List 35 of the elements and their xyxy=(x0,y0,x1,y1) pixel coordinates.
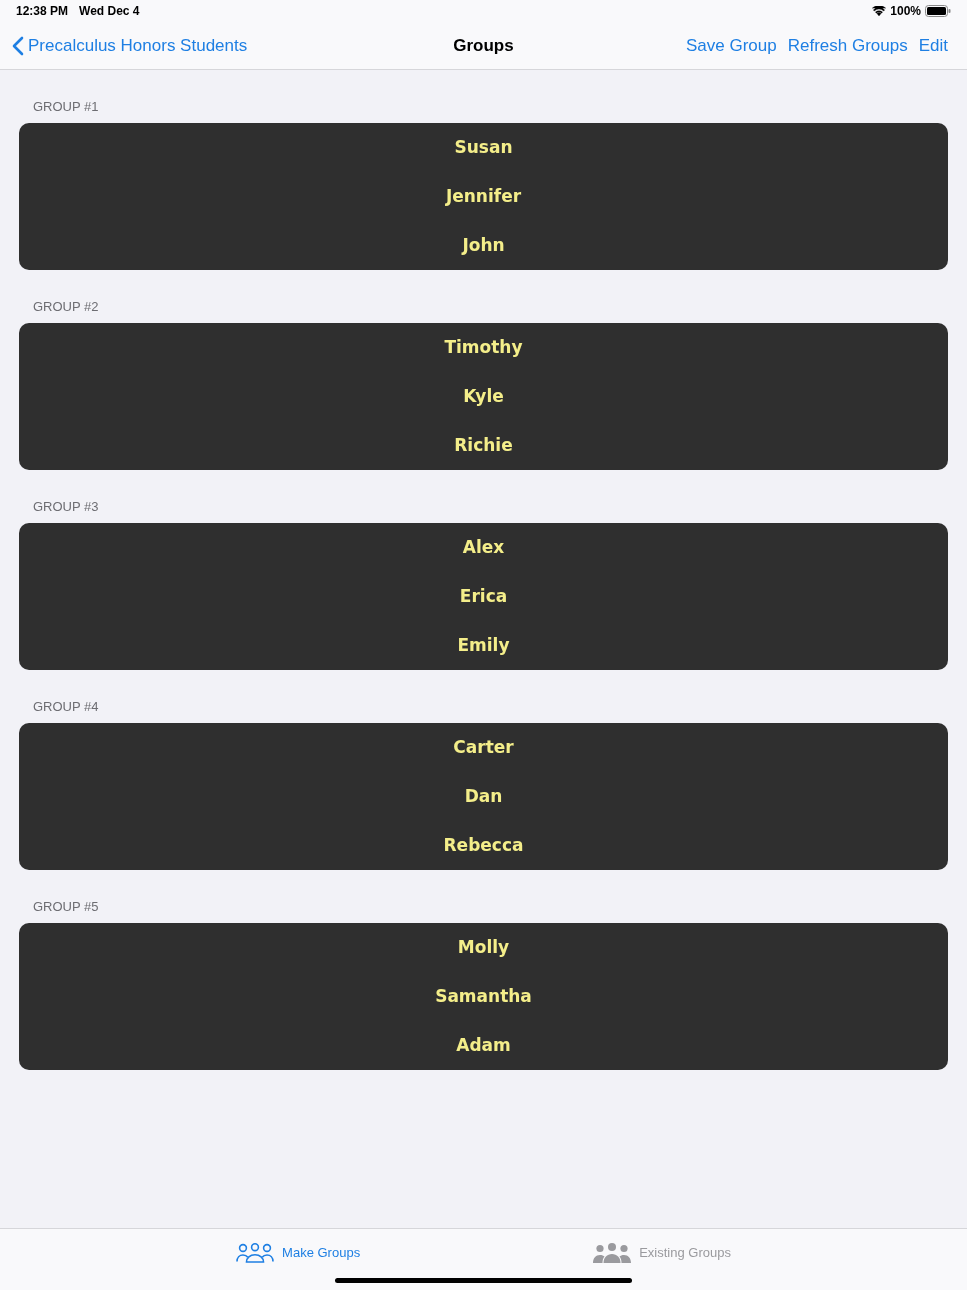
tab[interactable]: Make Groups xyxy=(236,1243,361,1263)
student-name: Timothy xyxy=(444,335,523,359)
nav-button[interactable]: Save Group xyxy=(685,32,777,59)
status-date: Wed Dec 4 xyxy=(79,3,140,20)
student-name: Samantha xyxy=(435,984,532,1008)
nav-title: Groups xyxy=(453,34,514,57)
wifi-icon xyxy=(872,6,887,16)
group-header: GROUP #5 xyxy=(32,899,100,915)
student-name: Susan xyxy=(454,135,513,159)
battery-icon xyxy=(925,5,951,17)
chevron-left-icon xyxy=(12,35,24,56)
nav-button[interactable]: Refresh Groups xyxy=(787,32,908,59)
group-header: GROUP #2 xyxy=(32,299,100,315)
student-name: Molly xyxy=(457,935,510,959)
student-name: Dan xyxy=(464,784,503,808)
back-button[interactable]: Precalculus Honors Students xyxy=(12,32,248,59)
people-outline-icon xyxy=(236,1243,275,1263)
student-name: Emily xyxy=(457,633,510,657)
group-header: GROUP #3 xyxy=(32,499,100,515)
status-time: 12:38 PM xyxy=(16,3,69,20)
group-header: GROUP #1 xyxy=(32,99,100,115)
nav-button[interactable]: Edit xyxy=(918,32,948,59)
student-name: John xyxy=(462,233,505,257)
student-name: Kyle xyxy=(463,384,504,408)
people-filled-icon xyxy=(593,1243,632,1263)
student-name: Rebecca xyxy=(443,833,524,857)
student-name: Carter xyxy=(453,735,514,759)
student-name: Adam xyxy=(456,1033,511,1057)
student-name: Jennifer xyxy=(445,184,522,208)
student-name: Erica xyxy=(459,584,508,608)
student-name: Richie xyxy=(454,433,513,457)
group-header: GROUP #4 xyxy=(32,699,100,715)
student-name: Alex xyxy=(462,535,505,559)
battery-percentage: 100% xyxy=(890,3,921,20)
tab[interactable]: Existing Groups xyxy=(593,1243,731,1263)
